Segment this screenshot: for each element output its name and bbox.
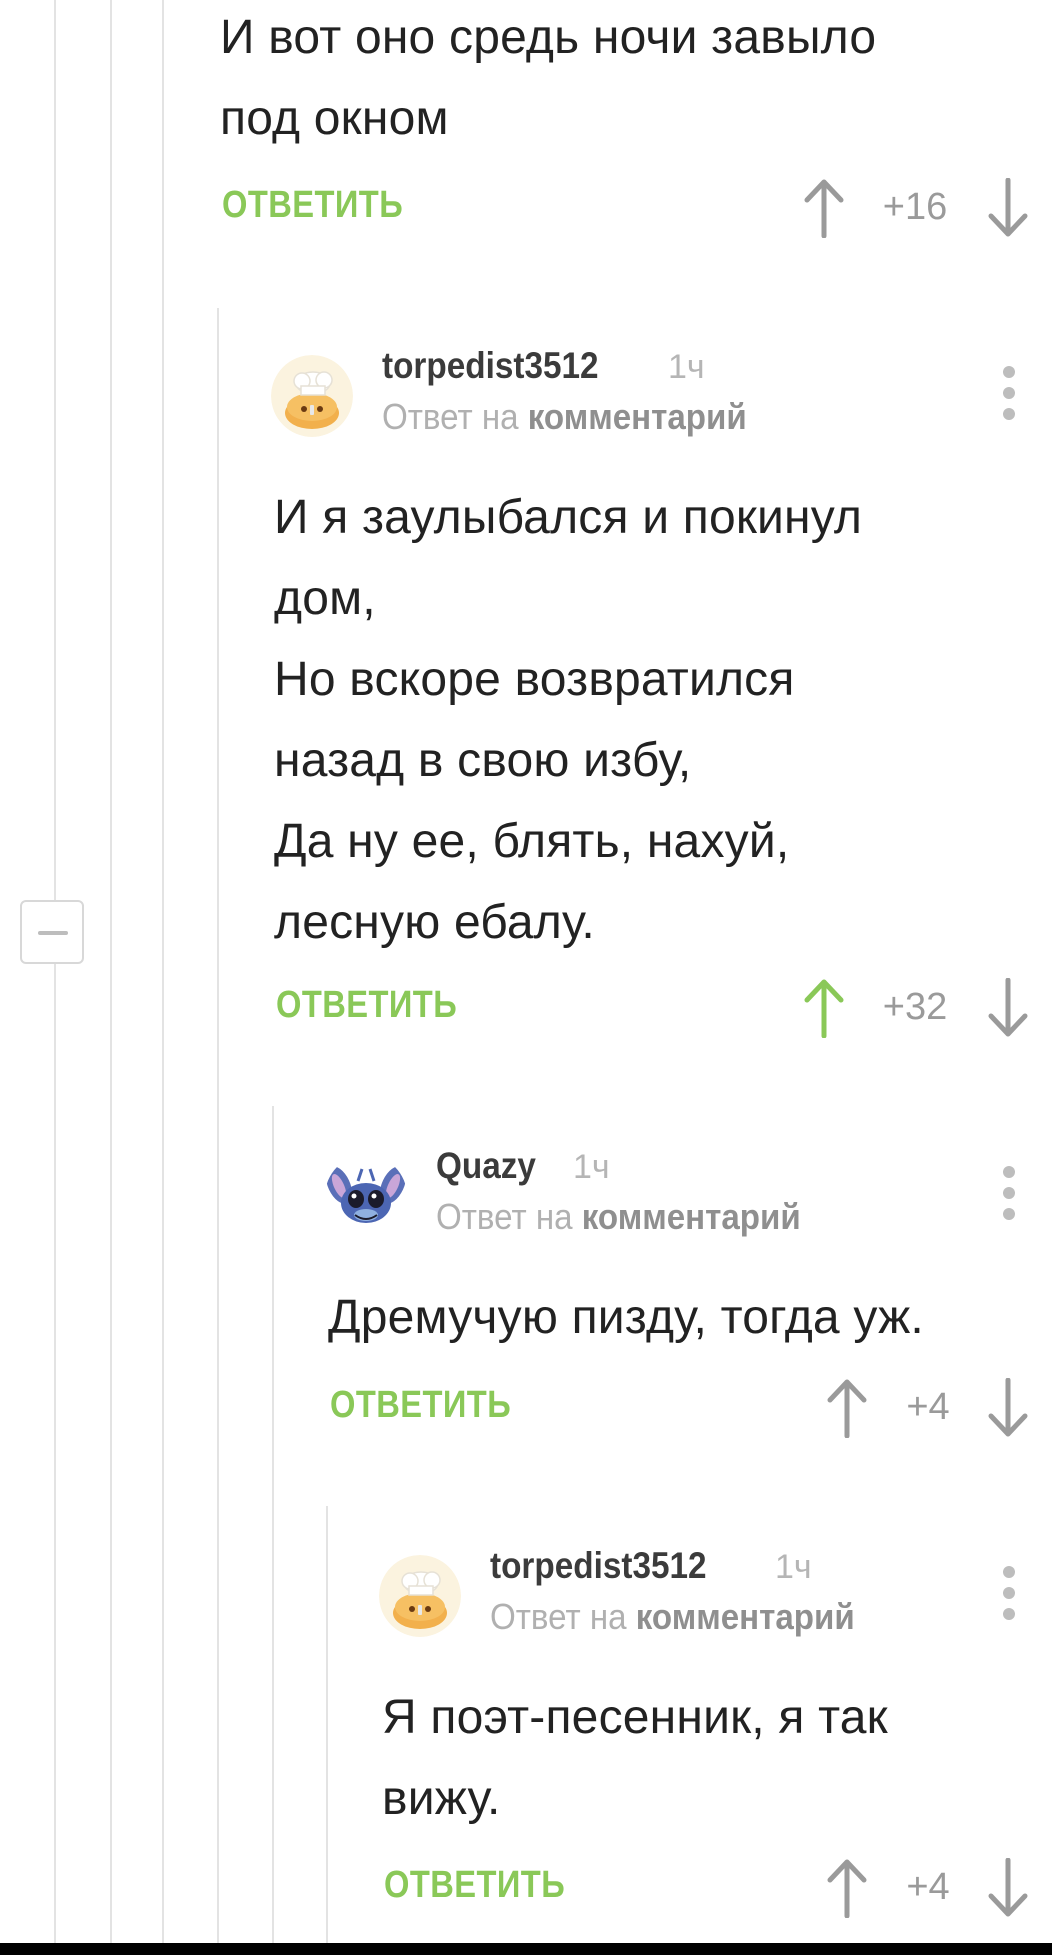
comment-line: Дремучую пизду, тогда уж. xyxy=(328,1291,924,1344)
reply-to-link[interactable]: комментарий xyxy=(528,396,747,437)
downvote-arrow-icon[interactable] xyxy=(985,178,1031,238)
screen-bottom-edge xyxy=(0,1943,1052,1955)
reply-to-link[interactable]: комментарий xyxy=(582,1196,801,1237)
comment-line: Да ну ее, блять, нахуй, xyxy=(274,815,790,868)
comment-line: Я поэт-песенник, я так xyxy=(382,1691,888,1744)
upvote-arrow-icon[interactable] xyxy=(801,978,847,1038)
vote-count: +32 xyxy=(882,986,948,1028)
more-options-icon[interactable] xyxy=(1003,1166,1017,1229)
comment-line: назад в свою избу, xyxy=(274,734,692,787)
comment-time: 1ч xyxy=(668,348,705,386)
vote-count: +4 xyxy=(906,1866,950,1908)
comment-2-body: И я заулыбался и покинул дом, Но вскоре … xyxy=(274,477,862,963)
downvote-arrow-icon[interactable] xyxy=(985,978,1031,1038)
reply-button[interactable]: ОТВЕТИТЬ xyxy=(384,1864,565,1907)
reply-button[interactable]: ОТВЕТИТЬ xyxy=(222,184,403,227)
vote-count: +16 xyxy=(882,186,948,228)
avatar[interactable] xyxy=(379,1555,461,1637)
comment-3: Quazy 1ч Ответ на комментарий Дремучую п… xyxy=(0,1130,1052,1460)
comment-time: 1ч xyxy=(775,1548,812,1586)
comment-4: torpedist3512 1ч Ответ на комментарий Я … xyxy=(0,1530,1052,1943)
reply-to-line: Ответ на комментарий xyxy=(382,396,747,438)
comment-1-body: И вот оно средь ночи завыло под окном xyxy=(220,0,876,159)
comment-time: 1ч xyxy=(573,1148,610,1186)
downvote-arrow-icon[interactable] xyxy=(985,1858,1031,1918)
comment-line: лесную ебалу. xyxy=(274,896,595,949)
reply-to-prefix: Ответ на xyxy=(436,1196,573,1237)
more-options-icon[interactable] xyxy=(1003,1566,1017,1629)
vote-count: +4 xyxy=(906,1386,950,1428)
reply-to-prefix: Ответ на xyxy=(490,1596,627,1637)
more-options-icon[interactable] xyxy=(1003,366,1017,429)
avatar[interactable] xyxy=(325,1155,407,1237)
reply-button[interactable]: ОТВЕТИТЬ xyxy=(330,1384,511,1427)
upvote-arrow-icon[interactable] xyxy=(824,1858,870,1918)
comment-line: дом, xyxy=(274,572,376,625)
upvote-arrow-icon[interactable] xyxy=(824,1378,870,1438)
comment-4-body: Я поэт-песенник, я так вижу. xyxy=(382,1677,888,1839)
reply-to-line: Ответ на комментарий xyxy=(490,1596,855,1638)
username[interactable]: Quazy xyxy=(436,1145,536,1187)
comment-line: Но вскоре возвратился xyxy=(274,653,795,706)
reply-button[interactable]: ОТВЕТИТЬ xyxy=(276,984,457,1027)
reply-to-line: Ответ на комментарий xyxy=(436,1196,801,1238)
comment-1: И вот оно средь ночи завыло под окном ОТ… xyxy=(0,0,1052,250)
upvote-arrow-icon[interactable] xyxy=(801,178,847,238)
username[interactable]: torpedist3512 xyxy=(490,1545,707,1587)
avatar[interactable] xyxy=(271,355,353,437)
downvote-arrow-icon[interactable] xyxy=(985,1378,1031,1438)
username[interactable]: torpedist3512 xyxy=(382,345,599,387)
comment-2: torpedist3512 1ч Ответ на комментарий И … xyxy=(0,330,1052,1050)
comment-line: И я заулыбался и покинул xyxy=(274,491,863,544)
comment-line: под окном xyxy=(220,92,449,145)
comment-3-body: Дремучую пизду, тогда уж. xyxy=(328,1277,924,1358)
comment-line: И вот оно средь ночи завыло xyxy=(220,11,877,64)
reply-to-link[interactable]: комментарий xyxy=(636,1596,855,1637)
comment-line: вижу. xyxy=(382,1772,501,1825)
reply-to-prefix: Ответ на xyxy=(382,396,519,437)
